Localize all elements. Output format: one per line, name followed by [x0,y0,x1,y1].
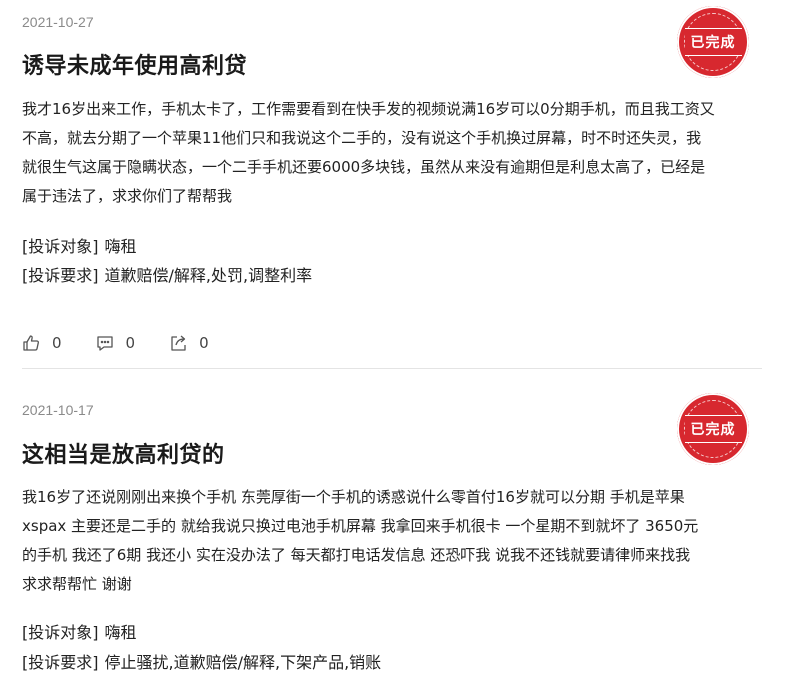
share-button[interactable]: 0 [169,334,209,352]
body-line: 我16岁了还说刚刚出来换个手机 东莞厚街一个手机的诱惑说什么零首付16岁就可以分… [22,488,685,506]
like-button[interactable]: 0 [22,334,62,352]
divider [22,368,762,369]
thumbs-up-icon [23,335,39,351]
target-value: 嗨租 [104,623,137,642]
body-line: 就很生气这属于隐瞒状态，一个二手手机还要6000多块钱，虽然从来没有逾期但是利息… [22,158,706,176]
comment-count: 0 [125,334,136,352]
demand-label: [投诉要求] [22,653,99,672]
complaint-target: [投诉对象] 嗨租 [22,233,137,257]
complaint-body: 我16岁了还说刚刚出来换个手机 东莞厚街一个手机的诱惑说什么零首付16岁就可以分… [22,483,767,599]
body-line: 的手机 我还了6期 我还小 实在没办法了 每天都打电话发信息 还恐吓我 说我不还… [22,546,691,564]
target-label: [投诉对象] [22,623,99,642]
body-line: 求求帮帮忙 谢谢 [22,575,132,593]
complaint-target: [投诉对象] 嗨租 [22,619,137,643]
completed-stamp: 已完成 [677,6,749,78]
complaint-card[interactable]: 2021-10-17 已完成 这相当是放高利贷的 我16岁了还说刚刚出来换个手机… [0,385,800,693]
share-icon [171,335,186,351]
complaint-card[interactable]: 2021-10-27 已完成 诱导未成年使用高利贷 我才16岁出来工作，手机太卡… [0,0,800,385]
demand-value: 停止骚扰,道歉赔偿/解释,下架产品,销账 [104,653,382,672]
share-count: 0 [199,334,209,352]
comment-button[interactable]: 0 [96,334,136,352]
body-line: 不高，就去分期了一个苹果11他们只和我说这个二手的，没有说这个手机换过屏幕，时不… [22,129,702,147]
complaint-body: 我才16岁出来工作，手机太卡了，工作需要看到在快手发的视频说满16岁可以0分期手… [22,95,767,211]
complaint-date: 2021-10-27 [22,14,94,30]
complaint-title[interactable]: 诱导未成年使用高利贷 [22,48,247,80]
completed-stamp: 已完成 [677,393,749,465]
target-label: [投诉对象] [22,237,99,256]
complaint-title[interactable]: 这相当是放高利贷的 [22,437,225,469]
comment-icon [96,336,113,351]
target-value: 嗨租 [104,237,137,256]
status-badge: 已完成 [684,415,742,443]
demand-label: [投诉要求] [22,266,99,285]
body-line: 我才16岁出来工作，手机太卡了，工作需要看到在快手发的视频说满16岁可以0分期手… [22,100,715,118]
body-line: xspax 主要还是二手的 就给我说只换过电池手机屏幕 我拿回来手机很卡 一个星… [22,517,699,535]
action-bar: 0 0 0 [22,334,243,352]
body-line: 属于违法了，求求你们了帮帮我 [22,187,233,205]
complaint-demand: [投诉要求] 道歉赔偿/解释,处罚,调整利率 [22,262,312,286]
demand-value: 道歉赔偿/解释,处罚,调整利率 [104,266,313,285]
status-badge: 已完成 [684,28,742,56]
complaint-date: 2021-10-17 [22,402,94,418]
like-count: 0 [52,334,62,352]
complaint-demand: [投诉要求] 停止骚扰,道歉赔偿/解释,下架产品,销账 [22,649,381,673]
